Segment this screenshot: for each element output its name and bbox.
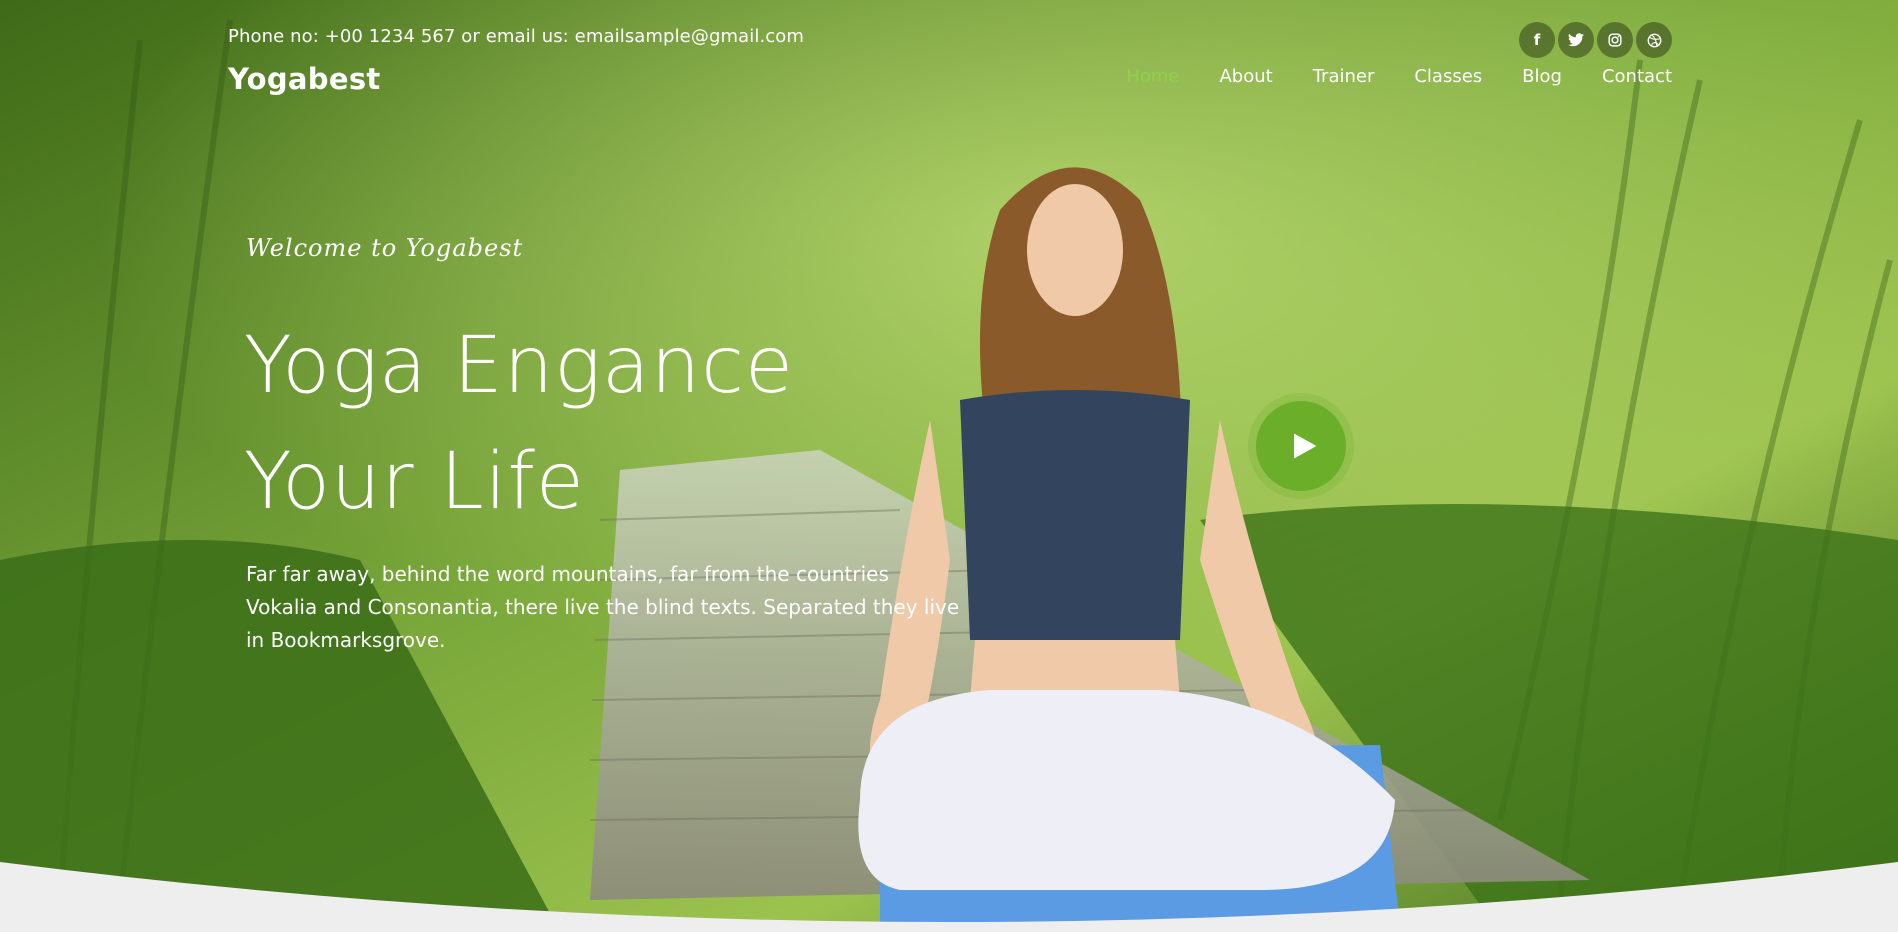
nav-home[interactable]: Home: [1106, 66, 1199, 87]
contact-info: Phone no: +00 1234 567 or email us: emai…: [228, 26, 805, 47]
play-icon: [1294, 433, 1317, 459]
nav-classes[interactable]: Classes: [1394, 66, 1502, 87]
nav-contact[interactable]: Contact: [1582, 66, 1672, 87]
instagram-icon[interactable]: [1597, 22, 1633, 58]
play-video-button[interactable]: [1256, 401, 1346, 491]
facebook-icon[interactable]: f: [1519, 22, 1555, 58]
nav-blog[interactable]: Blog: [1502, 66, 1582, 87]
welcome-tagline: Welcome to Yogabest: [246, 234, 524, 262]
dribbble-icon[interactable]: [1636, 22, 1672, 58]
nav-about[interactable]: About: [1199, 66, 1292, 87]
hero-headline: Yoga Engance Your Life: [244, 308, 964, 540]
hero-content: Phone no: +00 1234 567 or email us: emai…: [228, 0, 1672, 932]
main-nav: Home About Trainer Classes Blog Contact: [1106, 66, 1672, 87]
twitter-icon[interactable]: [1558, 22, 1594, 58]
hero-section: Phone no: +00 1234 567 or email us: emai…: [0, 0, 1898, 932]
headline-line-1: Yoga Engance: [244, 321, 795, 411]
navbar: Yogabest Home About Trainer Classes Blog…: [228, 62, 1672, 96]
social-links: f: [1519, 22, 1672, 58]
section-divider-curve: [0, 862, 1898, 932]
headline-line-2: Your Life: [244, 437, 585, 527]
brand-logo[interactable]: Yogabest: [228, 62, 381, 96]
nav-trainer[interactable]: Trainer: [1293, 66, 1395, 87]
hero-description: Far far away, behind the word mountains,…: [246, 562, 960, 652]
topbar: Phone no: +00 1234 567 or email us: emai…: [228, 22, 1672, 58]
